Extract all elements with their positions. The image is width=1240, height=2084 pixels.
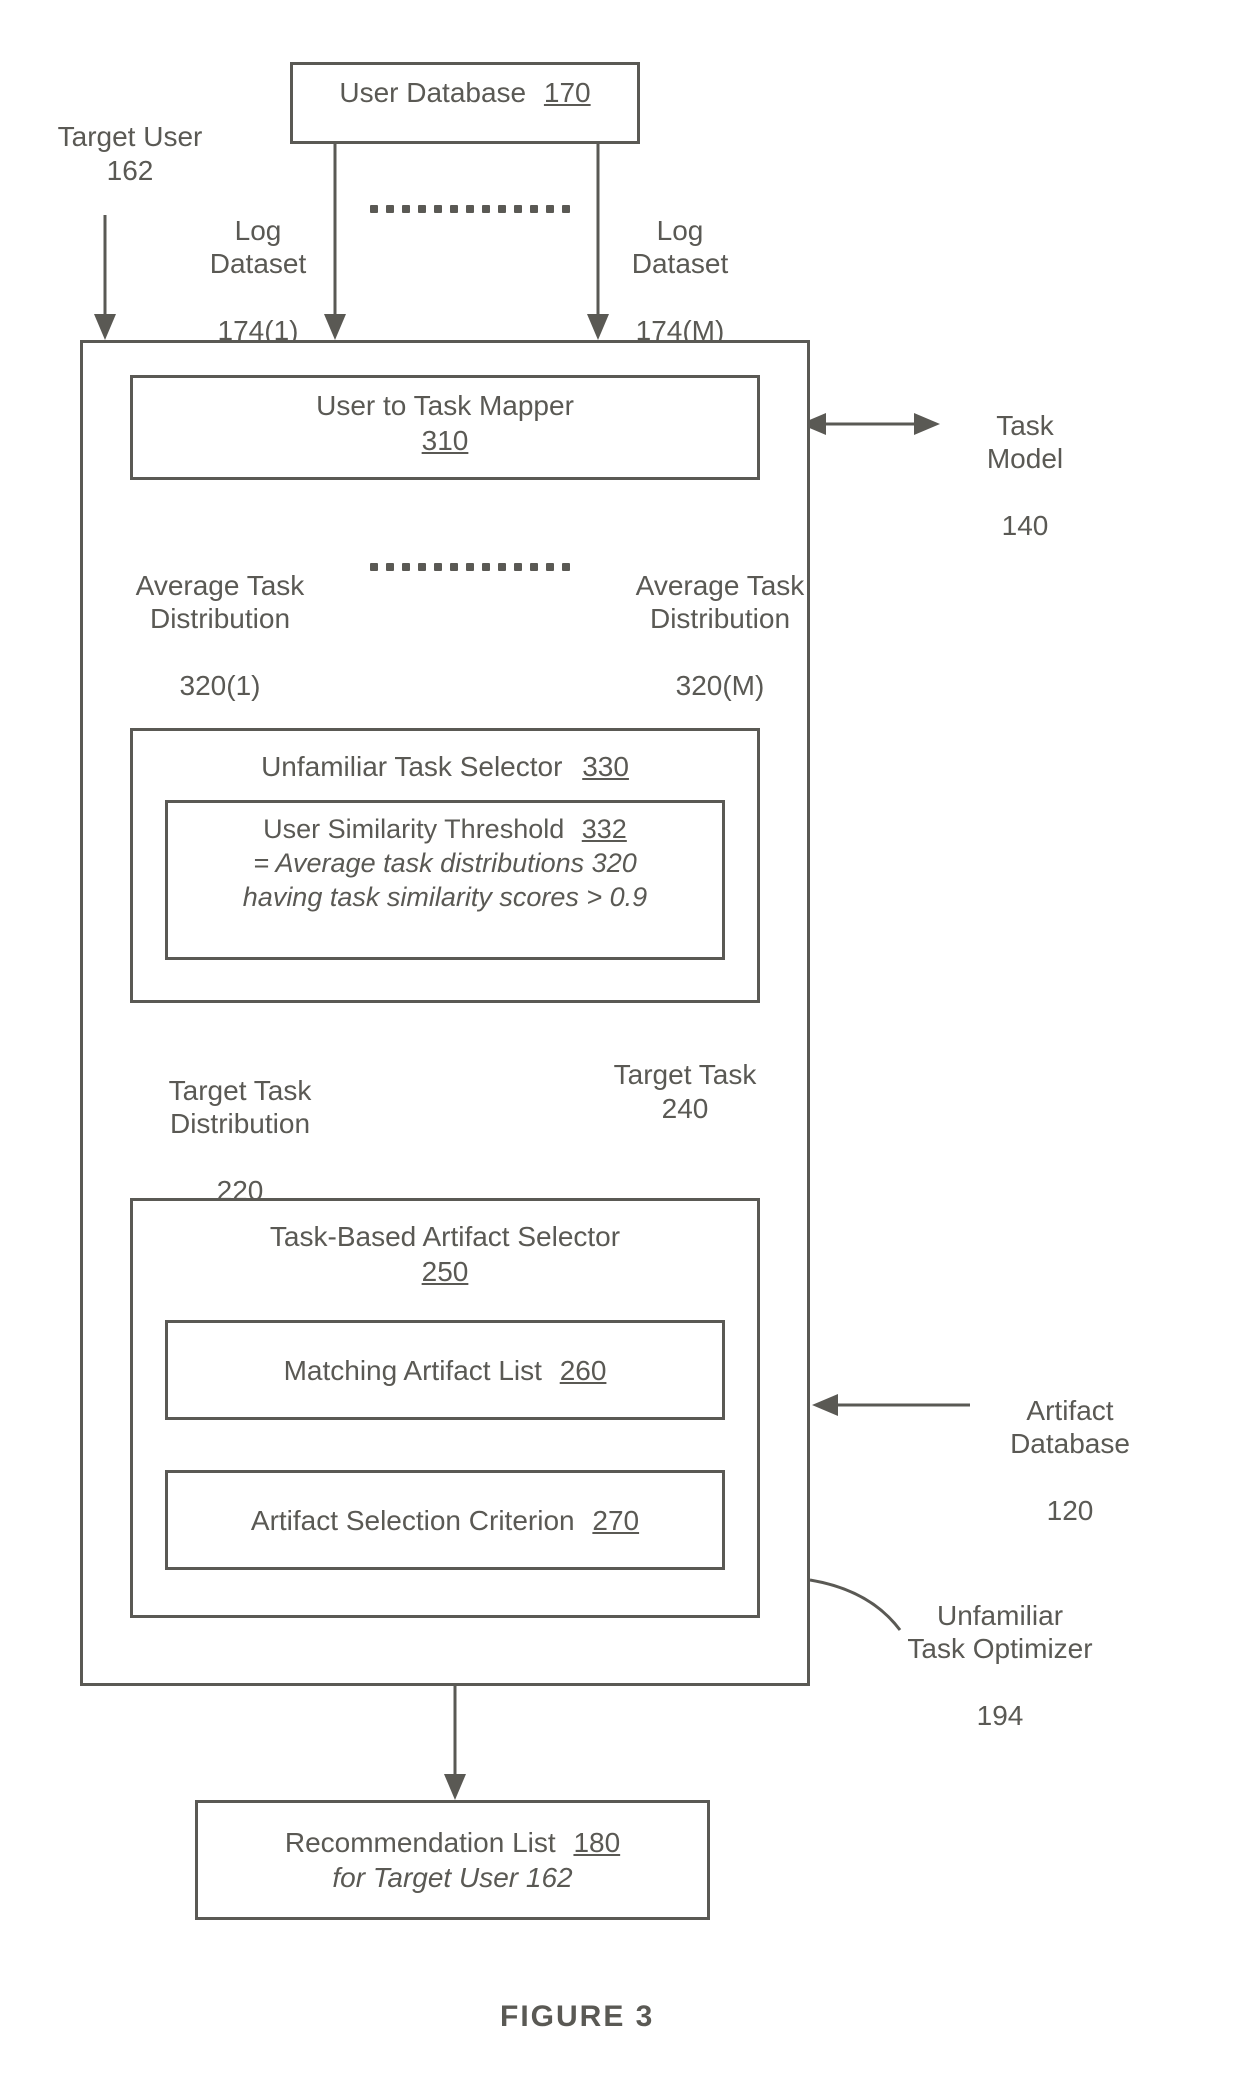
artifact-selector-ref: 250 — [422, 1256, 469, 1287]
arrow-container-to-rec — [444, 1686, 466, 1800]
arrow-userdb-to-logm — [587, 144, 609, 340]
avg-dist-m-label: Average Task Distribution 320(M) — [610, 535, 830, 703]
threshold-ref: 332 — [582, 814, 627, 844]
target-task-text: Target Task — [614, 1059, 757, 1090]
avg-dist-1-ref: 320(1) — [180, 670, 261, 701]
arrow-mapper-to-taskmodel — [800, 413, 940, 435]
target-dist-text: Target Task Distribution — [169, 1075, 312, 1140]
artifact-db-ref: 120 — [1047, 1495, 1094, 1526]
target-task-ref: 240 — [662, 1093, 709, 1124]
threshold-line2: having task similarity scores > 0.9 — [243, 882, 647, 912]
figure-text: FIGURE 3 — [500, 2000, 654, 2033]
avg-dist-m-text: Average Task Distribution — [636, 570, 805, 635]
container-callout-label: Unfamiliar Task Optimizer 194 — [880, 1565, 1120, 1733]
rec-ref: 180 — [573, 1827, 620, 1858]
log-dataset-m-label: Log Dataset 174(M) — [610, 180, 750, 348]
target-user-label: Target User 162 — [30, 120, 230, 187]
target-user-ref: 162 — [107, 155, 154, 186]
target-task-dist-label: Target Task Distribution 220 — [140, 1040, 340, 1208]
figure-caption: FIGURE 3 — [500, 2000, 654, 2034]
matching-list-text: Matching Artifact List — [284, 1355, 542, 1386]
threshold-line1: = Average task distributions 320 — [253, 848, 636, 878]
artifact-selector-title: Task-Based Artifact Selector — [270, 1221, 620, 1252]
mapper-ref: 310 — [422, 425, 469, 456]
log-dataset-1-text: Log Dataset — [210, 215, 307, 280]
selector-title: Unfamiliar Task Selector — [261, 751, 562, 782]
target-user-text: Target User — [58, 121, 203, 152]
user-database-label: User Database — [339, 77, 526, 108]
threshold-title: User Similarity Threshold — [263, 814, 564, 844]
task-model-ref: 140 — [1002, 510, 1049, 541]
task-model-label: Task Model 140 — [950, 375, 1100, 543]
user-database-ref: 170 — [544, 77, 591, 108]
user-database-box: User Database 170 — [290, 62, 640, 144]
avg-dist-1-label: Average Task Distribution 320(1) — [115, 535, 325, 703]
arrow-artifactdb-in — [812, 1394, 970, 1416]
criterion-ref: 270 — [592, 1505, 639, 1536]
arrow-targetuser-in — [94, 215, 116, 340]
rec-title: Recommendation List — [285, 1827, 556, 1858]
container-ref: 194 — [977, 1700, 1024, 1731]
log-dataset-m-text: Log Dataset — [632, 215, 729, 280]
matching-list-ref: 260 — [560, 1355, 607, 1386]
artifact-criterion-box: Artifact Selection Criterion 270 — [165, 1470, 725, 1570]
rec-sub: for Target User 162 — [332, 1862, 572, 1893]
log-dataset-1-label: Log Dataset 174(1) — [188, 180, 328, 348]
target-task-label: Target Task 240 — [595, 1058, 775, 1125]
recommendation-list-box: Recommendation List 180 for Target User … — [195, 1800, 710, 1920]
ellipsis-top — [370, 205, 570, 213]
container-text: Unfamiliar Task Optimizer — [907, 1600, 1092, 1665]
user-similarity-threshold-box: User Similarity Threshold 332 = Average … — [165, 800, 725, 960]
ellipsis-mid — [370, 563, 570, 571]
selector-title-ref: 330 — [582, 751, 629, 782]
artifact-database-label: Artifact Database 120 — [980, 1360, 1160, 1528]
criterion-text: Artifact Selection Criterion — [251, 1505, 575, 1536]
mapper-title: User to Task Mapper — [316, 390, 574, 421]
task-model-text: Task Model — [987, 410, 1063, 475]
artifact-db-text: Artifact Database — [1010, 1395, 1130, 1460]
avg-dist-1-text: Average Task Distribution — [136, 570, 305, 635]
avg-dist-m-ref: 320(M) — [676, 670, 765, 701]
matching-artifact-list-box: Matching Artifact List 260 — [165, 1320, 725, 1420]
user-to-task-mapper-box: User to Task Mapper 310 — [130, 375, 760, 480]
